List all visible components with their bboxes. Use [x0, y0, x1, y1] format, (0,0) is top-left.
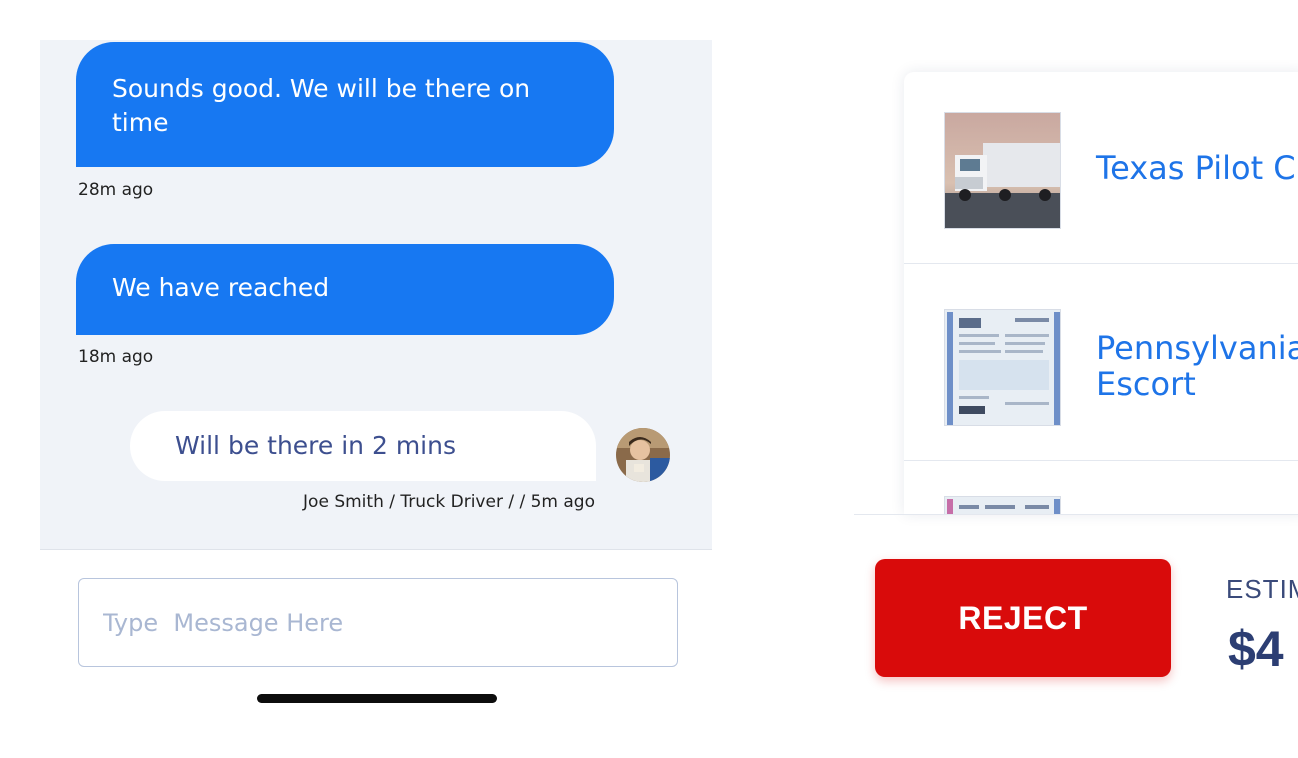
reject-button[interactable]: REJECT — [875, 559, 1171, 677]
avatar[interactable] — [616, 428, 670, 482]
reply-text: Will be there in 2 mins — [175, 431, 456, 460]
message-bubble: Sounds good. We will be there on time — [76, 42, 614, 167]
document-row[interactable]: Pennsylvania Escort — [904, 264, 1298, 461]
message-timestamp: 18m ago — [78, 347, 154, 367]
message-text: We have reached — [112, 273, 330, 302]
message-timestamp: 28m ago — [78, 180, 154, 200]
document-row[interactable] — [904, 461, 1298, 514]
estimate-value: $4 — [1228, 621, 1284, 677]
truck-photo-icon — [945, 113, 1060, 228]
permit-document-icon — [945, 310, 1060, 425]
driver-avatar-icon — [616, 428, 670, 482]
sender-meta: Joe Smith / Truck Driver / / 5m ago — [303, 492, 595, 512]
document-row[interactable]: Texas Pilot C — [904, 72, 1298, 264]
estimate-label: ESTIM — [1226, 574, 1298, 604]
message-text: Sounds good. We will be there on time — [112, 74, 531, 137]
truck-photo-thumbnail — [944, 112, 1061, 229]
permit-document-thumbnail — [944, 496, 1061, 514]
permit-document-icon — [945, 497, 1060, 514]
documents-card: Texas Pilot C Pennsylvania Escort — [904, 72, 1298, 514]
message-bubble: We have reached — [76, 244, 614, 335]
document-title: Texas Pilot C — [1096, 149, 1296, 187]
chat-panel: Sounds good. We will be there on time 28… — [40, 40, 712, 550]
message-input[interactable] — [78, 578, 678, 667]
permit-document-thumbnail — [944, 309, 1061, 426]
document-title: Pennsylvania Escort — [1096, 329, 1298, 403]
footer-divider — [854, 514, 1298, 515]
home-indicator — [257, 694, 497, 703]
reply-bubble: Will be there in 2 mins — [130, 411, 596, 481]
